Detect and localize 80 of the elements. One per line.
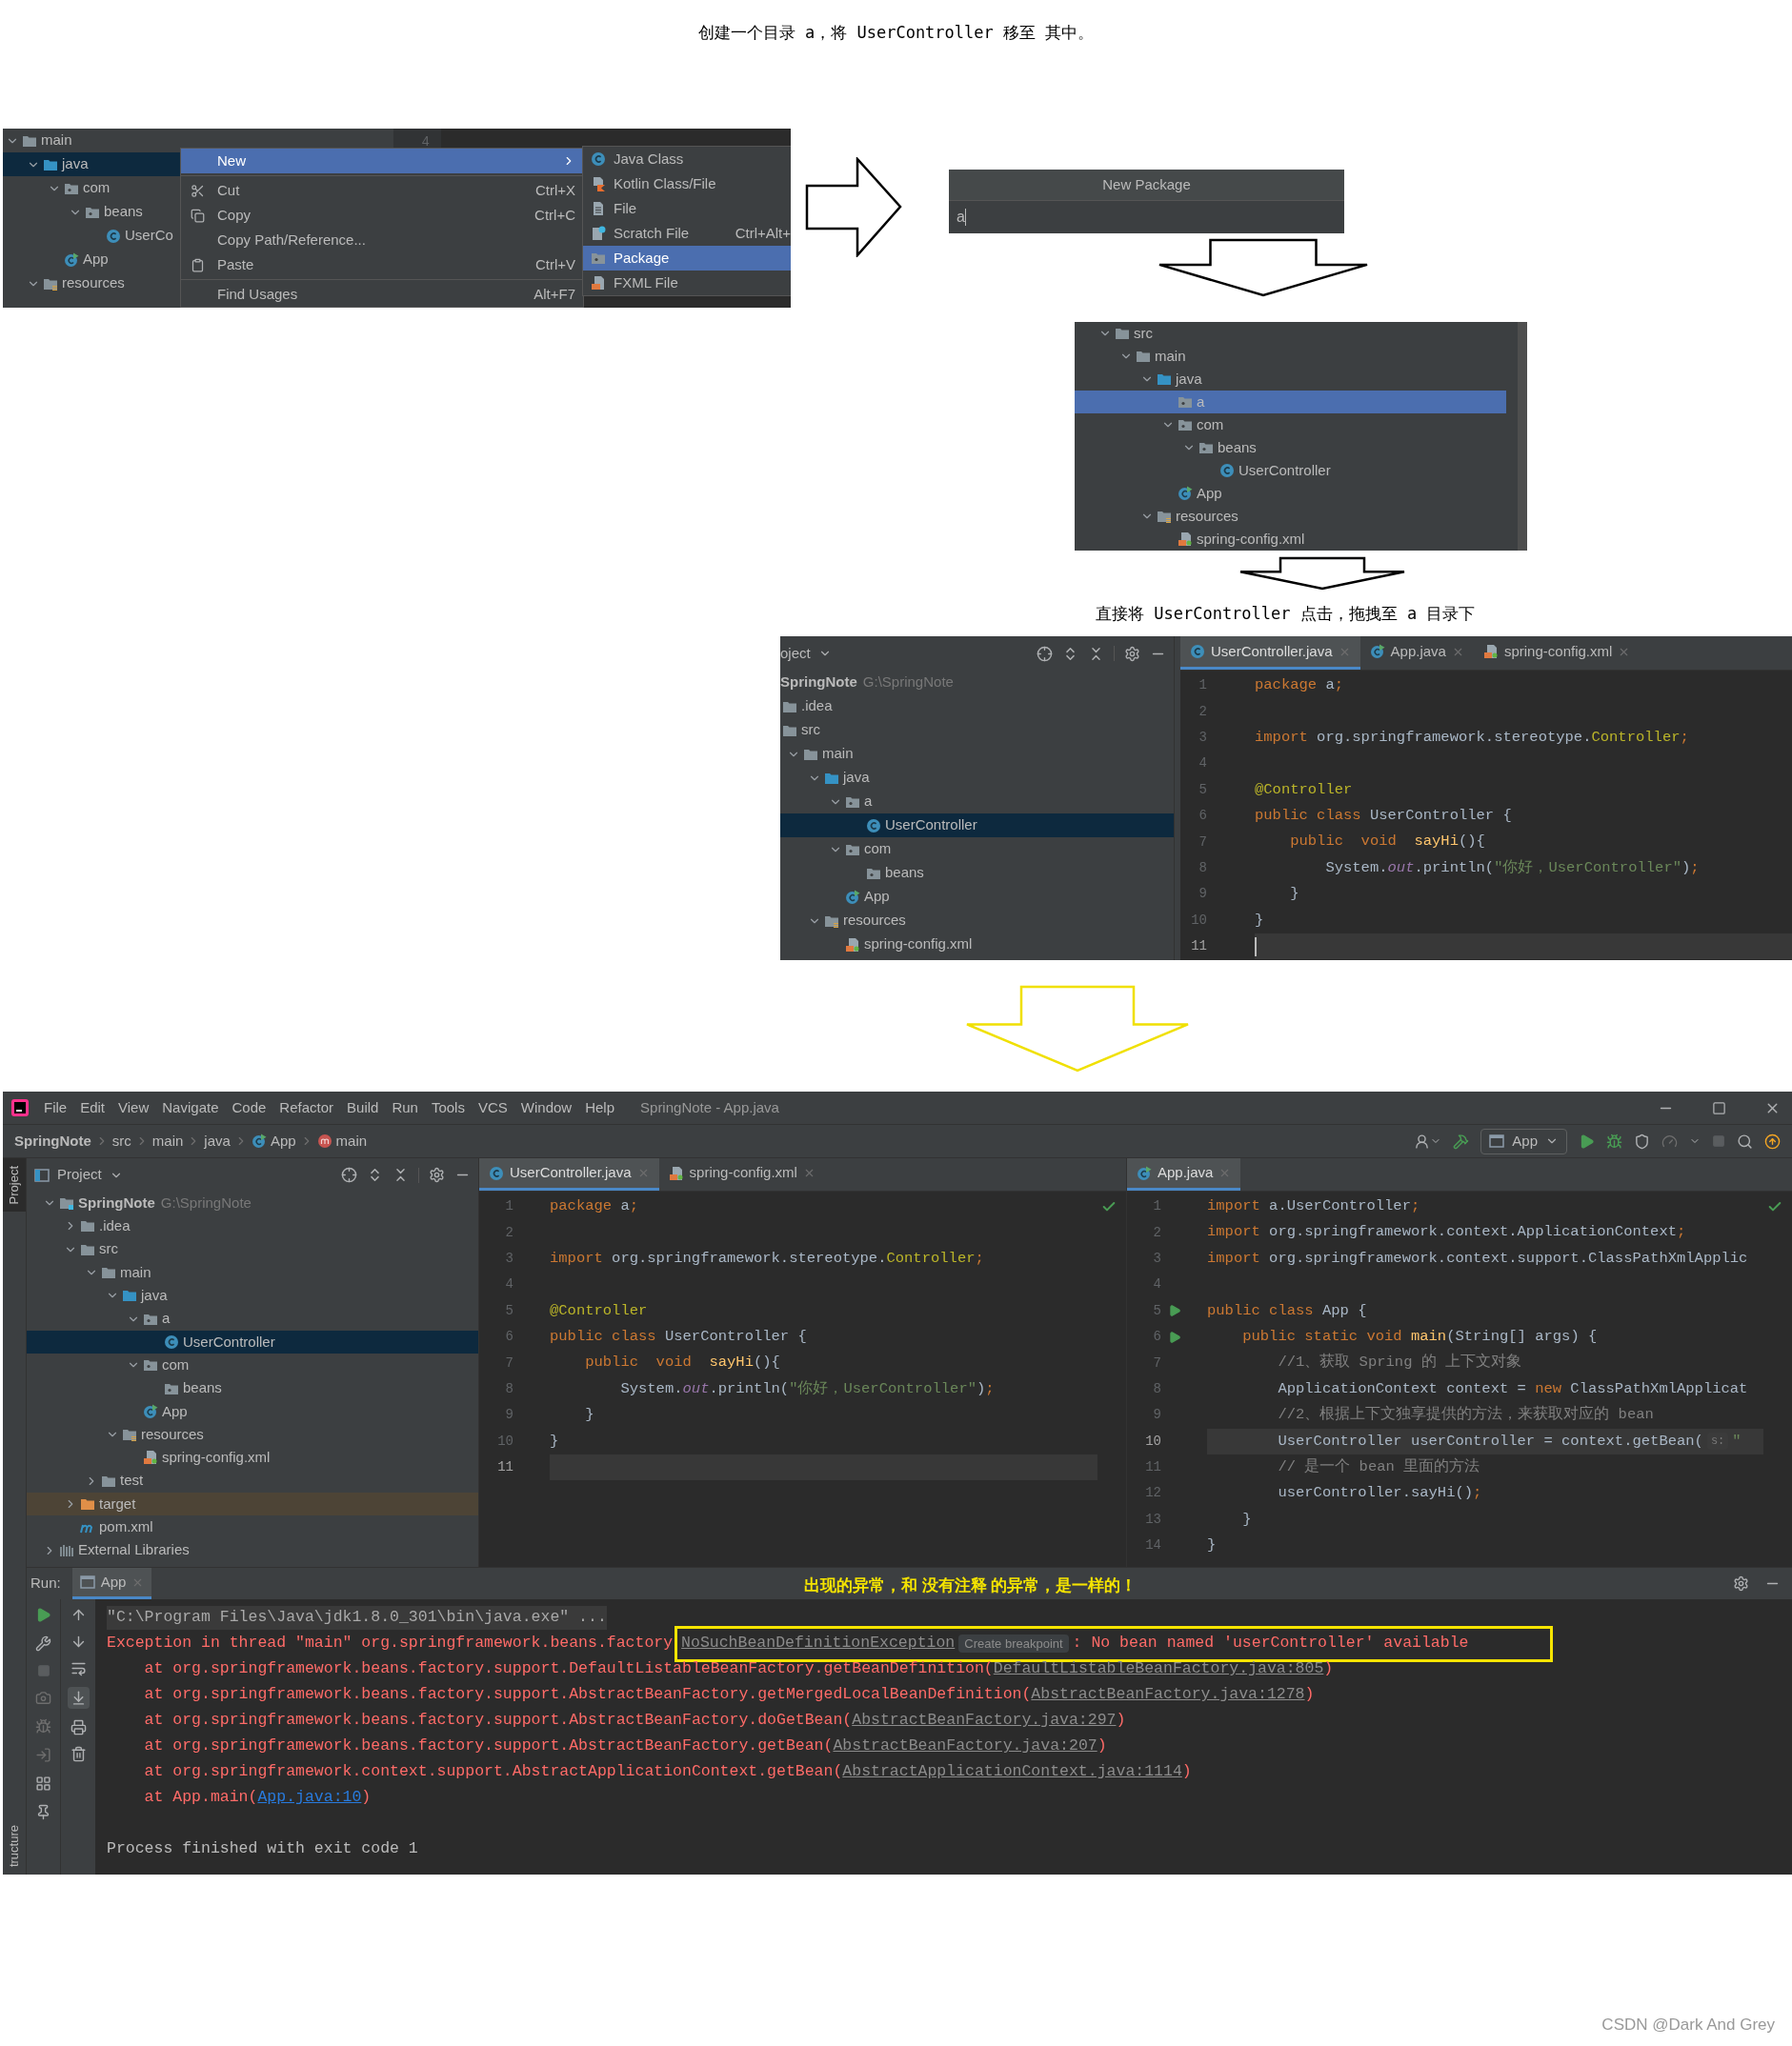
line-number: 7	[1152, 1354, 1161, 1373]
line-number: 1	[1152, 1197, 1161, 1216]
line-number: 5	[1198, 780, 1207, 799]
line-number: 8	[1152, 1379, 1161, 1398]
line-number: 4	[504, 1275, 513, 1294]
step-caption: 创建一个目录 a，将 UserController 移至 其中。	[696, 22, 1096, 44]
line-number: 11	[1144, 1458, 1161, 1477]
line-number: 5	[1152, 1301, 1161, 1320]
line-number: 9	[1198, 885, 1207, 904]
run-label: Run:	[30, 1574, 61, 1594]
annotation-text: 出现的异常，和 没有注释 的异常，是一样的！	[804, 1575, 1138, 1596]
code-line: package a;	[550, 1196, 640, 1217]
line-number: 3	[1198, 728, 1207, 747]
code-line: }	[1255, 910, 1265, 931]
line-number: 12	[1144, 1484, 1161, 1503]
code-line: System.out.println("你好，UserController");	[619, 1378, 996, 1399]
line-number: 8	[1198, 858, 1207, 877]
code-line: System.out.println("你好，UserController");	[1324, 857, 1701, 878]
line-number: 7	[504, 1354, 513, 1373]
line-number: 11	[496, 1458, 513, 1477]
line-number: 6	[1198, 807, 1207, 826]
console-line: at org.springframework.context.support.AbstractApplicationContext.getBean(AbstractApplicationContext.java:1114)	[107, 1760, 1192, 1784]
console-line: at org.springframework.beans.factory.support.AbstractBeanFactory.doGetBean(AbstractBeanFactory.java:297)	[107, 1709, 1126, 1733]
line-number: 9	[1152, 1406, 1161, 1425]
line-number: 2	[1198, 702, 1207, 721]
code-line: public class App {	[1207, 1300, 1368, 1321]
line-number: 6	[1152, 1328, 1161, 1347]
line-number: 8	[504, 1379, 513, 1398]
line-number: 4	[1152, 1275, 1161, 1294]
code-line: userController.sayHi();	[1277, 1483, 1483, 1504]
line-number: 10	[1190, 911, 1207, 930]
step-caption: 直接将 UserController 点击，拖拽至 a 目录下	[1096, 603, 1476, 625]
line-number: 11	[1190, 937, 1207, 956]
console-line: at org.springframework.beans.factory.support.DefaultListableBeanFactory.getBeanDefinition(DefaultListableBeanFactory.java:805)	[107, 1657, 1334, 1681]
code-line: public void sayHi(){	[584, 1353, 781, 1374]
code-line: }	[1241, 1509, 1253, 1530]
line-number: 4	[1198, 754, 1207, 773]
code-line: @Controller	[1255, 779, 1354, 800]
code-line: import org.springframework.context.support.ClassPathXmlApplic	[1207, 1248, 1749, 1269]
line-number: 2	[1152, 1223, 1161, 1242]
line-number: 14	[1144, 1536, 1161, 1555]
code-line: import a.UserController;	[1207, 1196, 1421, 1217]
code-line: public class UserController {	[550, 1327, 808, 1347]
line-number: 3	[504, 1249, 513, 1268]
line-number: 6	[504, 1328, 513, 1347]
code-line: //2、根据上下文独享提供的方法，来获取对应的 bean	[1277, 1404, 1655, 1426]
code-line: import org.springframework.stereotype.Controller;	[1255, 727, 1690, 748]
console-line: at org.springframework.beans.factory.support.AbstractBeanFactory.getBean(AbstractBeanFactory.java:207)	[107, 1735, 1107, 1758]
code-line: @Controller	[550, 1300, 649, 1321]
code-line: public class UserController {	[1255, 806, 1513, 826]
line-number: 7	[1198, 832, 1207, 852]
console-line: at App.main(App.java:10)	[107, 1786, 372, 1810]
code-line: }	[584, 1405, 595, 1426]
line-number: 1	[1198, 676, 1207, 695]
code-line: package a;	[1255, 675, 1345, 696]
console-line: NoSuchBeanDefinitionException Create breakpoint : No bean named 'userController' available	[681, 1632, 1469, 1655]
line-number: 3	[1152, 1249, 1161, 1268]
window-title: SpringNote - App.java	[640, 1097, 779, 1117]
code-line: }	[1289, 884, 1300, 905]
code-line: import org.springframework.stereotype.Controller;	[550, 1248, 985, 1269]
code-line: public void sayHi(){	[1289, 832, 1486, 852]
line-number: 1	[504, 1197, 513, 1216]
line-number: 2	[504, 1223, 513, 1242]
console-line: Exception in thread "main" org.springframework.beans.factory	[107, 1633, 674, 1655]
line-number: 10	[496, 1432, 513, 1451]
code-line: ApplicationContext context = new ClassPathXmlApplicat	[1277, 1378, 1749, 1399]
code-line: public static void main(String[] args) {	[1241, 1327, 1599, 1347]
console-line: Process finished with exit code 1	[107, 1838, 419, 1860]
line-number: 9	[504, 1406, 513, 1425]
code-line: // 是一个 bean 里面的方法	[1277, 1456, 1481, 1477]
line-number: 13	[1144, 1510, 1161, 1529]
watermark-credit: CSDN @Dark And Grey	[1601, 2015, 1775, 2036]
dialog-title: New Package	[949, 170, 1344, 201]
line-number: 5	[504, 1301, 513, 1320]
code-line: }	[1207, 1535, 1218, 1556]
console-line: at org.springframework.beans.factory.support.AbstractBeanFactory.getMergedLocalBeanDefinition(AbstractBeanFactory.java:1278)	[107, 1683, 1315, 1707]
code-line: import org.springframework.context.ApplicationContext;	[1207, 1222, 1687, 1243]
code-line: }	[550, 1431, 560, 1452]
code-line: //1、获取 Spring 的 上下文对象	[1277, 1352, 1523, 1374]
line-number: 10	[1144, 1432, 1161, 1451]
